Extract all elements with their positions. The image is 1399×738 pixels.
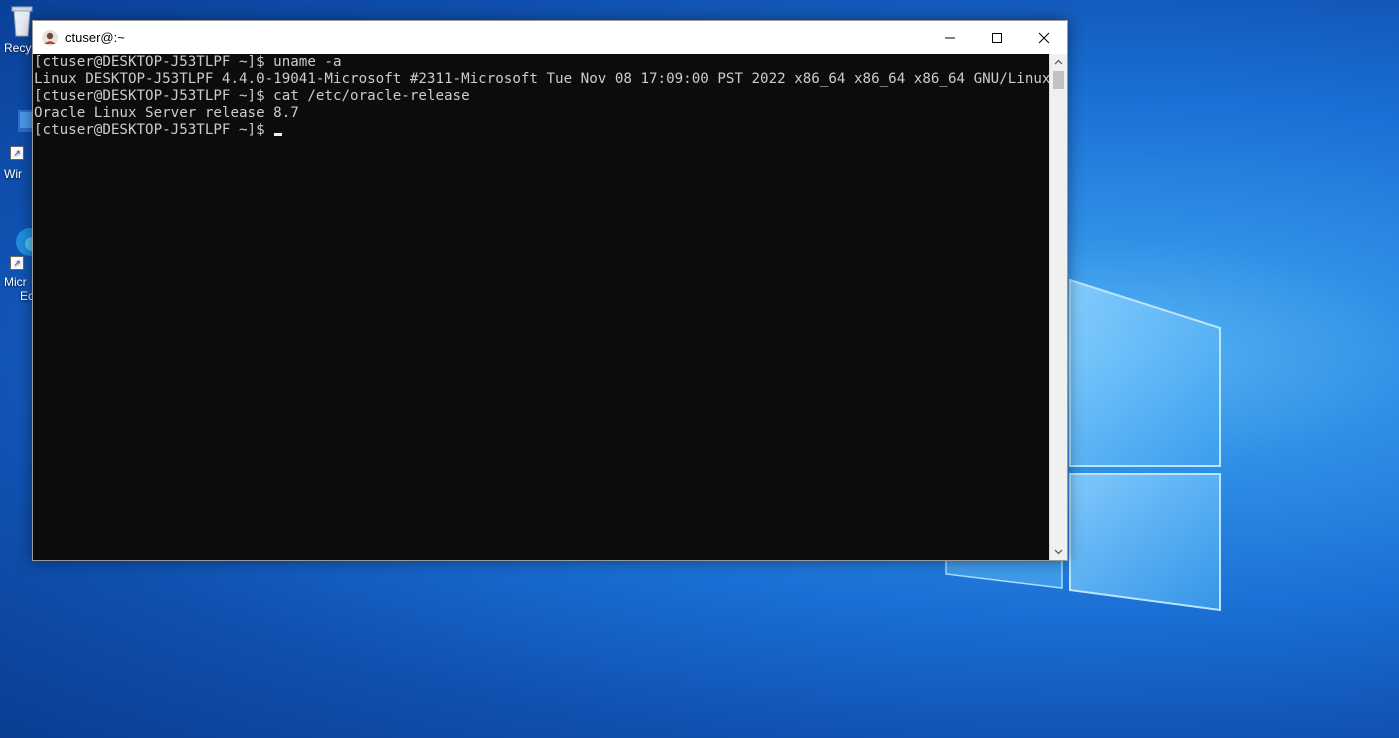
scroll-up-button[interactable] xyxy=(1050,54,1067,70)
chevron-down-icon xyxy=(1054,549,1063,555)
close-icon xyxy=(1038,32,1049,43)
title-bar[interactable]: ctuser@:~ xyxy=(33,21,1067,54)
desktop-icon-windows-shortcut[interactable]: ↗ Wir xyxy=(0,108,36,181)
vertical-scrollbar[interactable] xyxy=(1049,54,1067,560)
desktop-icon-edge[interactable]: ↗ Micr Ec xyxy=(0,222,36,303)
desktop-icon-recycle-bin[interactable]: Recy xyxy=(0,2,36,55)
terminal-prompt-line[interactable]: [ctuser@DESKTOP-J53TLPF ~]$ xyxy=(33,122,1049,139)
minimize-icon xyxy=(944,37,955,38)
desktop-icon-label: Micr xyxy=(4,275,27,289)
close-button[interactable] xyxy=(1020,21,1067,54)
terminal-line: [ctuser@DESKTOP-J53TLPF ~]$ cat /etc/ora… xyxy=(34,88,470,104)
terminal-prompt: [ctuser@DESKTOP-J53TLPF ~]$ xyxy=(34,122,274,138)
maximize-icon xyxy=(991,32,1002,43)
shortcut-arrow-icon: ↗ xyxy=(10,146,24,160)
terminal-line: Oracle Linux Server release 8.7 xyxy=(34,105,299,121)
terminal-output[interactable]: [ctuser@DESKTOP-J53TLPF ~]$ uname -a Lin… xyxy=(33,54,1049,560)
terminal-line: [ctuser@DESKTOP-J53TLPF ~]$ uname -a xyxy=(34,54,342,70)
minimize-button[interactable] xyxy=(926,21,973,54)
scrollbar-thumb[interactable] xyxy=(1053,71,1064,89)
chevron-up-icon xyxy=(1054,59,1063,65)
terminal-line: Linux DESKTOP-J53TLPF 4.4.0-19041-Micros… xyxy=(34,71,1049,87)
shortcut-arrow-icon: ↗ xyxy=(10,256,24,270)
desktop-icon-label-line2: Ec xyxy=(20,289,35,303)
app-avatar-icon xyxy=(42,29,58,46)
window-title: ctuser@:~ xyxy=(65,30,125,45)
scroll-down-button[interactable] xyxy=(1050,544,1067,560)
desktop-icon-label: Wir xyxy=(4,167,22,181)
desktop-icon-label: Recy xyxy=(4,41,32,55)
maximize-button[interactable] xyxy=(973,21,1020,54)
text-cursor xyxy=(274,133,283,136)
terminal-window[interactable]: ctuser@:~ [ctuser@DESKTOP-J53TLPF ~]$ un… xyxy=(32,20,1068,561)
